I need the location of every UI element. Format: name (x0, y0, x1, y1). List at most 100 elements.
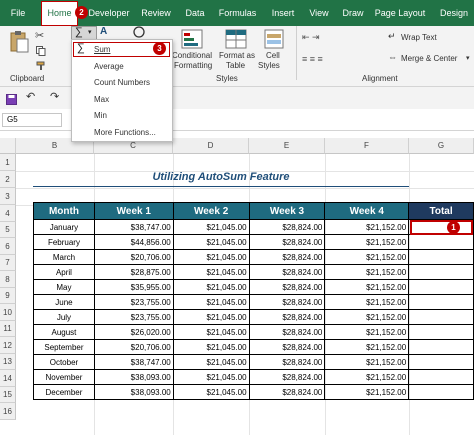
total-cell[interactable] (408, 384, 474, 400)
week-value-cell[interactable]: $38,747.00 (93, 354, 174, 370)
week-value-cell[interactable]: $21,152.00 (324, 294, 410, 310)
week-value-cell[interactable]: $21,045.00 (172, 369, 250, 385)
tab-file[interactable]: File (0, 0, 36, 26)
month-cell[interactable]: January (33, 219, 95, 235)
header-week-1[interactable]: Week 1 (93, 202, 174, 220)
month-cell[interactable]: May (33, 279, 95, 295)
format-as-table-icon[interactable] (225, 29, 247, 49)
total-cell[interactable] (408, 324, 474, 340)
month-cell[interactable]: November (33, 369, 95, 385)
save-icon[interactable] (6, 92, 17, 105)
week-value-cell[interactable]: $21,045.00 (172, 294, 250, 310)
row-header-6[interactable]: 6 (0, 238, 16, 255)
total-cell[interactable] (408, 354, 474, 370)
cell-styles-label-1[interactable]: Cell (266, 51, 280, 60)
tab-home[interactable]: Home (41, 1, 78, 26)
header-week-4[interactable]: Week 4 (324, 202, 410, 220)
tab-page-layout[interactable]: Page Layout (372, 0, 428, 26)
week-value-cell[interactable]: $23,755.00 (93, 309, 174, 325)
row-header-10[interactable]: 10 (0, 304, 16, 321)
week-value-cell[interactable]: $21,045.00 (172, 264, 250, 280)
week-value-cell[interactable]: $38,747.00 (93, 219, 174, 235)
tab-insert[interactable]: Insert (266, 0, 300, 26)
month-cell[interactable]: December (33, 384, 95, 400)
tab-view[interactable]: View (305, 0, 333, 26)
week-value-cell[interactable]: $38,093.00 (93, 369, 174, 385)
week-value-cell[interactable]: $21,045.00 (172, 384, 250, 400)
undo-icon[interactable]: ↶ (26, 90, 35, 103)
name-box[interactable]: G5 (2, 113, 62, 127)
column-header-g[interactable]: G (409, 138, 474, 154)
tab-review[interactable]: Review (138, 0, 174, 26)
row-header-11[interactable]: 11 (0, 321, 16, 337)
week-value-cell[interactable]: $21,152.00 (324, 249, 410, 265)
row-header-2[interactable]: 2 (0, 171, 16, 188)
week-value-cell[interactable]: $38,093.00 (93, 384, 174, 400)
row-header-12[interactable]: 12 (0, 337, 16, 354)
week-value-cell[interactable]: $21,152.00 (324, 339, 410, 355)
week-value-cell[interactable]: $28,875.00 (93, 264, 174, 280)
week-value-cell[interactable]: $21,152.00 (324, 264, 410, 280)
week-value-cell[interactable]: $28,824.00 (248, 324, 326, 340)
week-value-cell[interactable]: $21,045.00 (172, 324, 250, 340)
menu-item-max[interactable]: Max (94, 95, 109, 104)
week-value-cell[interactable]: $28,824.00 (248, 219, 326, 235)
week-value-cell[interactable]: $21,152.00 (324, 234, 410, 250)
selected-cell-g5[interactable] (410, 220, 473, 235)
tab-draw[interactable]: Draw (338, 0, 368, 26)
indent-icon[interactable]: ⇤ ⇥ (302, 32, 320, 43)
week-value-cell[interactable]: $21,152.00 (324, 219, 410, 235)
autosum-button[interactable]: ∑ ▾ (71, 26, 97, 40)
sort-filter-icon[interactable]: A (100, 26, 107, 37)
cut-icon[interactable]: ✂ (35, 29, 44, 42)
total-cell[interactable] (408, 294, 474, 310)
week-value-cell[interactable]: $21,045.00 (172, 354, 250, 370)
total-cell[interactable] (408, 309, 474, 325)
total-cell[interactable] (408, 264, 474, 280)
row-header-4[interactable]: 4 (0, 205, 16, 222)
week-value-cell[interactable]: $44,856.00 (93, 234, 174, 250)
week-value-cell[interactable]: $20,706.00 (93, 249, 174, 265)
row-header-7[interactable]: 7 (0, 255, 16, 271)
week-value-cell[interactable]: $20,706.00 (93, 339, 174, 355)
format-painter-icon[interactable] (36, 58, 46, 70)
week-value-cell[interactable]: $21,152.00 (324, 384, 410, 400)
merge-center-icon[interactable]: ⇔ (388, 52, 397, 62)
column-header-f[interactable]: F (325, 138, 409, 154)
row-header-15[interactable]: 15 (0, 387, 16, 403)
row-header-14[interactable]: 14 (0, 370, 16, 387)
row-header-13[interactable]: 13 (0, 354, 16, 370)
format-as-table-label-2[interactable]: Table (226, 61, 245, 70)
wrap-text-button[interactable]: Wrap Text (401, 33, 437, 42)
merge-dropdown-icon[interactable]: ▾ (466, 54, 470, 62)
week-value-cell[interactable]: $21,045.00 (172, 234, 250, 250)
header-week-3[interactable]: Week 3 (248, 202, 326, 220)
header-week-2[interactable]: Week 2 (172, 202, 250, 220)
conditional-formatting-label-2[interactable]: Formatting (174, 61, 212, 70)
month-cell[interactable]: September (33, 339, 95, 355)
copy-icon[interactable] (36, 43, 46, 56)
total-cell[interactable] (408, 249, 474, 265)
select-all-corner[interactable] (0, 138, 16, 154)
conditional-formatting-icon[interactable] (181, 29, 203, 49)
header-month[interactable]: Month (33, 202, 95, 220)
total-cell[interactable] (408, 279, 474, 295)
week-value-cell[interactable]: $23,755.00 (93, 294, 174, 310)
week-value-cell[interactable]: $28,824.00 (248, 354, 326, 370)
find-select-icon[interactable] (132, 25, 146, 39)
tab-design[interactable]: Design (434, 0, 474, 26)
week-value-cell[interactable]: $35,955.00 (93, 279, 174, 295)
week-value-cell[interactable]: $28,824.00 (248, 249, 326, 265)
month-cell[interactable]: April (33, 264, 95, 280)
week-value-cell[interactable]: $21,045.00 (172, 249, 250, 265)
redo-icon[interactable]: ↷ (50, 90, 59, 103)
week-value-cell[interactable]: $28,824.00 (248, 294, 326, 310)
merge-center-button[interactable]: Merge & Center (401, 54, 457, 63)
format-as-table-label-1[interactable]: Format as (219, 51, 255, 60)
week-value-cell[interactable]: $28,824.00 (248, 384, 326, 400)
tab-formulas[interactable]: Formulas (215, 0, 260, 26)
cell-styles-icon[interactable] (264, 29, 284, 49)
row-header-8[interactable]: 8 (0, 271, 16, 288)
paste-icon[interactable] (8, 30, 30, 54)
tab-data[interactable]: Data (180, 0, 210, 26)
